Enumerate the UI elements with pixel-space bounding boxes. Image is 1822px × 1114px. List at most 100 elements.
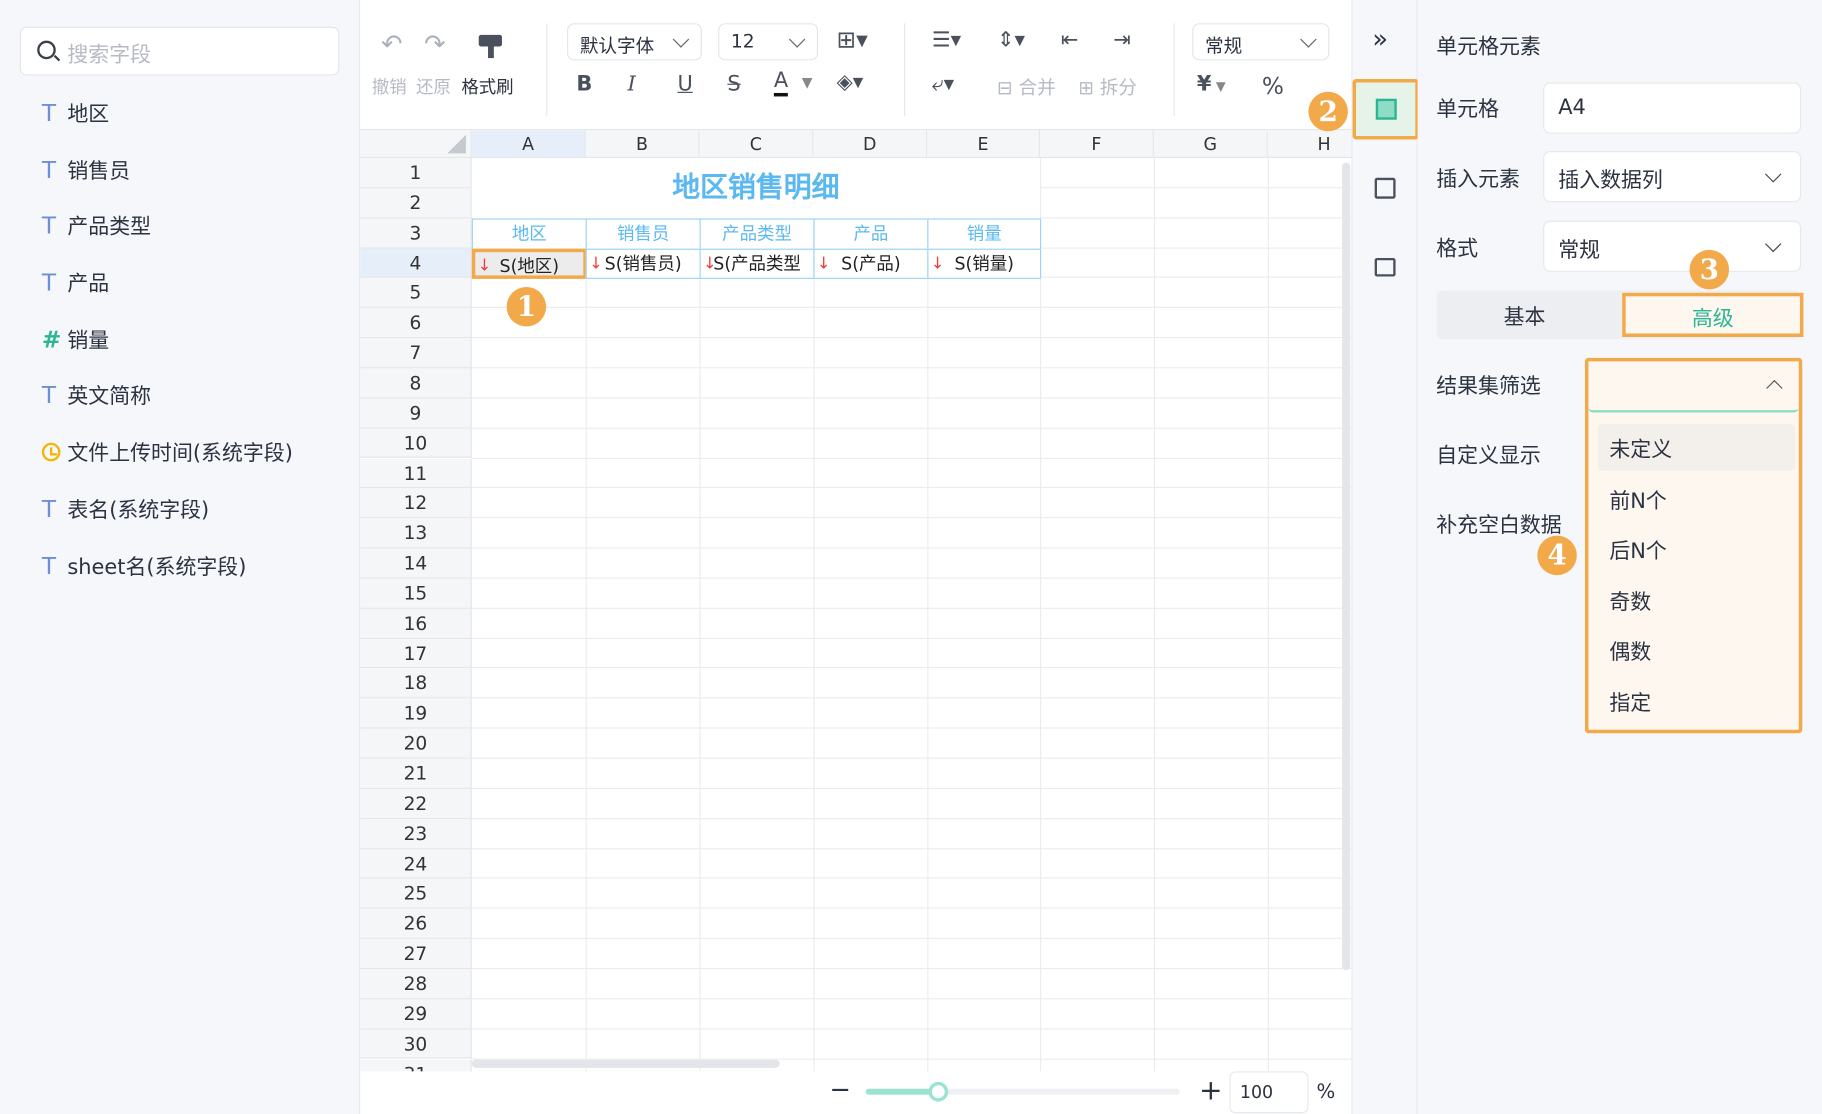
row-header-23[interactable]: 23 xyxy=(360,818,472,849)
field-item[interactable]: T 地区 xyxy=(42,95,109,130)
column-header-G[interactable]: G xyxy=(1153,130,1268,159)
zoom-input[interactable]: 100 xyxy=(1229,1071,1309,1114)
zoom-in-button[interactable]: + xyxy=(1199,1074,1222,1107)
data-cell[interactable]: ↓ S(销售员) xyxy=(585,248,701,280)
row-header-19[interactable]: 19 xyxy=(360,698,472,729)
filter-option[interactable]: 指定 xyxy=(1598,677,1796,723)
insert-element-select[interactable]: 插入数据列 xyxy=(1543,151,1802,203)
row-header-10[interactable]: 10 xyxy=(360,428,472,459)
row-header-9[interactable]: 9 xyxy=(360,398,472,429)
row-header-8[interactable]: 8 xyxy=(360,368,472,399)
field-item[interactable]: # 销量 xyxy=(42,322,109,357)
column-header-A[interactable]: A xyxy=(471,130,586,159)
row-header-7[interactable]: 7 xyxy=(360,338,472,369)
fill-color-icon[interactable]: ◈▾ xyxy=(837,70,864,94)
column-header-H[interactable]: H xyxy=(1267,130,1352,159)
row-header-4[interactable]: 4 xyxy=(360,248,472,279)
filter-option[interactable]: 奇数 xyxy=(1598,576,1796,622)
currency-button[interactable]: ¥ ▼ xyxy=(1197,72,1226,96)
row-header-28[interactable]: 28 xyxy=(360,969,472,1000)
row-header-26[interactable]: 26 xyxy=(360,908,472,940)
format-select[interactable]: 常规 xyxy=(1543,220,1802,272)
font-size-select[interactable]: 12 xyxy=(718,23,819,61)
horizontal-scrollbar[interactable] xyxy=(471,1059,780,1068)
redo-icon[interactable]: ↷ xyxy=(424,30,445,59)
select-all-corner[interactable] xyxy=(360,130,472,159)
cell-info-icon[interactable] xyxy=(1374,177,1396,199)
row-header-1[interactable]: 1 xyxy=(360,158,472,189)
field-item[interactable]: T 产品 xyxy=(42,265,109,300)
field-item[interactable]: T 销售员 xyxy=(42,152,130,187)
indent-icon[interactable]: ⇥ xyxy=(1113,28,1131,52)
data-cell[interactable]: ↓ S(销量) xyxy=(927,248,1042,280)
filter-select[interactable] xyxy=(1588,361,1799,413)
row-header-6[interactable]: 6 xyxy=(360,308,472,339)
align-vertical-icon[interactable]: ⇕▾ xyxy=(997,28,1025,52)
row-header-21[interactable]: 21 xyxy=(360,758,472,789)
search-input[interactable]: 搜索字段 xyxy=(19,26,340,76)
filter-dropdown[interactable]: 未定义 前N个 后N个奇数 偶数指定 xyxy=(1584,357,1803,734)
format-painter-icon[interactable] xyxy=(478,34,502,47)
format-painter-button[interactable]: 格式刷 xyxy=(461,74,513,98)
field-item[interactable]: Tsheet名(系统字段) xyxy=(42,548,247,583)
vertical-scrollbar[interactable] xyxy=(1342,162,1351,971)
row-header-30[interactable]: 30 xyxy=(360,1029,472,1060)
underline-button[interactable]: U xyxy=(677,72,692,96)
cell-input[interactable]: A4 xyxy=(1543,82,1802,134)
field-item[interactable]: T 产品类型 xyxy=(42,208,151,243)
row-header-3[interactable]: 3 xyxy=(360,218,472,249)
row-header-17[interactable]: 17 xyxy=(360,638,472,669)
row-header-24[interactable]: 24 xyxy=(360,848,472,879)
header-cell[interactable]: 产品 xyxy=(813,218,929,250)
filter-option[interactable]: 偶数 xyxy=(1598,626,1796,672)
header-cell[interactable]: 销量 xyxy=(927,218,1042,250)
redo-button[interactable]: 还原 xyxy=(416,74,451,98)
report-title-cell[interactable]: 地区销售明细 xyxy=(471,158,1040,219)
selected-cell-A4[interactable]: ↓ S(地区) xyxy=(471,248,587,280)
field-item[interactable]: T 英文简称 xyxy=(42,378,151,413)
row-header-11[interactable]: 11 xyxy=(360,458,472,489)
undo-button[interactable]: 撤销 xyxy=(372,74,407,98)
filter-option[interactable]: 前N个 xyxy=(1598,475,1796,521)
row-header-14[interactable]: 14 xyxy=(360,548,472,579)
row-header-29[interactable]: 29 xyxy=(360,999,472,1030)
font-color-button[interactable]: A xyxy=(773,69,789,97)
header-cell[interactable]: 产品类型 xyxy=(699,218,815,250)
border-icon[interactable]: ⊞▾ xyxy=(837,26,868,54)
row-header-16[interactable]: 16 xyxy=(360,608,472,639)
align-horizontal-icon[interactable]: ☰▾ xyxy=(932,28,961,52)
number-format-select[interactable]: 常规 xyxy=(1192,23,1330,61)
column-header-E[interactable]: E xyxy=(927,130,1040,159)
tab-advanced[interactable]: 高级 xyxy=(1622,292,1804,337)
filter-option[interactable]: 未定义 xyxy=(1597,424,1796,471)
column-header-D[interactable]: D xyxy=(813,130,928,159)
column-header-C[interactable]: C xyxy=(699,130,814,159)
row-header-12[interactable]: 12 xyxy=(360,488,472,519)
zoom-slider[interactable] xyxy=(865,1081,1180,1102)
filter-option[interactable]: 后N个 xyxy=(1598,525,1796,571)
zoom-slider-handle[interactable] xyxy=(928,1081,949,1102)
italic-button[interactable]: I xyxy=(627,72,635,96)
field-item[interactable]: 文件上传时间(系统字段) xyxy=(41,435,293,470)
split-button[interactable]: ⊞ 拆分 xyxy=(1078,72,1137,100)
bold-button[interactable]: B xyxy=(576,72,592,96)
field-item[interactable]: T 表名(系统字段) xyxy=(42,492,209,527)
row-header-18[interactable]: 18 xyxy=(360,668,472,699)
percent-button[interactable]: % xyxy=(1262,72,1284,100)
column-header-B[interactable]: B xyxy=(585,130,700,159)
row-header-5[interactable]: 5 xyxy=(360,278,472,309)
header-cell[interactable]: 地区 xyxy=(471,218,587,250)
tab-basic[interactable]: 基本 xyxy=(1504,301,1546,331)
data-cell[interactable]: ↓ S(产品) xyxy=(813,248,929,280)
row-header-22[interactable]: 22 xyxy=(360,788,472,819)
row-header-27[interactable]: 27 xyxy=(360,939,472,970)
collapse-chevrons-icon[interactable]: » xyxy=(1372,26,1388,55)
zoom-out-button[interactable]: − xyxy=(830,1076,851,1105)
row-header-13[interactable]: 13 xyxy=(360,518,472,549)
layout-icon[interactable] xyxy=(1374,257,1396,277)
spreadsheet-grid[interactable]: A B C D E F G H 1 2 3 4 5 6 7 8 9 10 11 12 13 14 15 16 17 18 19 20 2… xyxy=(360,130,1352,1072)
data-cell[interactable]: ↓ S(产品类型 xyxy=(699,248,815,280)
header-cell[interactable]: 销售员 xyxy=(585,218,701,250)
merge-button[interactable]: ⊟ 合并 xyxy=(997,72,1056,100)
strikethrough-button[interactable]: S xyxy=(727,72,740,96)
